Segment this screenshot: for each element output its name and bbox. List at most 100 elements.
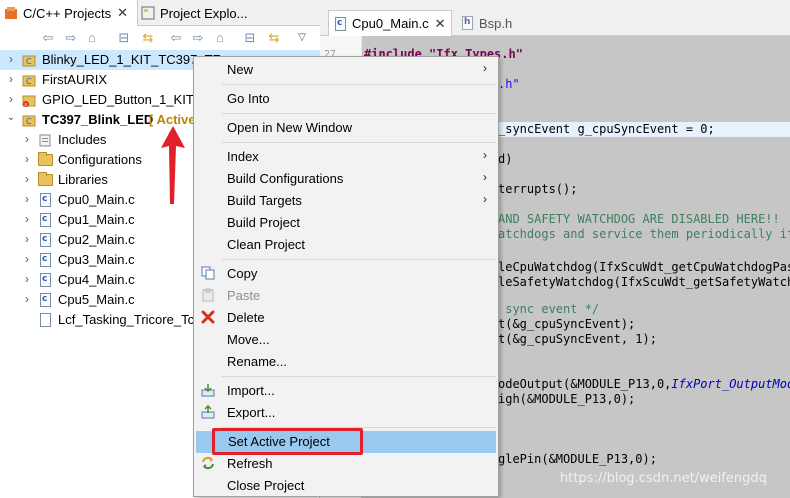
back-icon[interactable]: ⇦ [40, 30, 56, 46]
tree-item-label: TC397_Blink_LED [42, 112, 154, 127]
expand-arrow-icon[interactable]: › [22, 272, 32, 286]
expand-arrow-icon[interactable]: › [6, 72, 16, 86]
code-line: sync event */ [498, 302, 600, 316]
tree-item-label: Cpu5_Main.c [58, 292, 135, 307]
home-icon-2[interactable]: ⌂ [212, 30, 228, 46]
expand-arrow-icon[interactable]: › [22, 252, 32, 266]
tree-item-label: Configurations [58, 152, 142, 167]
tab-cpp-projects-label: C/C++ Projects [23, 5, 112, 21]
menu-item-new[interactable]: New › [195, 59, 497, 81]
folder-icon [38, 172, 53, 186]
c-file-icon: c [335, 16, 346, 31]
editor-tab-bar: c Cpu0_Main.c ✕ h Bsp.h [320, 0, 790, 36]
menu-item-label: Clean Project [227, 237, 306, 252]
code-line: d) [498, 152, 513, 166]
menu-item-label: New [227, 62, 254, 77]
tree-item-label: Cpu2_Main.c [58, 232, 135, 247]
menu-item-label: Go Into [227, 91, 270, 106]
menu-item-copy[interactable]: Copy [195, 263, 497, 285]
code-line: terrupts(); [498, 182, 578, 196]
project-icon: C [22, 75, 36, 87]
menu-item-delete[interactable]: Delete [195, 307, 497, 329]
menu-item-label: Export... [227, 405, 276, 420]
menu-item-move[interactable]: Move... [195, 329, 497, 351]
expand-arrow-icon[interactable]: › [22, 292, 32, 306]
menu-item-open-new-window[interactable]: Open in New Window [195, 117, 497, 139]
home-icon[interactable]: ⌂ [84, 30, 100, 46]
cpp-projects-icon [4, 6, 18, 20]
tab-cpu0-main[interactable]: c Cpu0_Main.c ✕ [328, 10, 452, 36]
svg-text:C: C [26, 77, 32, 86]
menu-item-label: Import... [227, 383, 275, 398]
menu-item-clean-project[interactable]: Clean Project [195, 234, 497, 256]
red-arrow-annotation [161, 126, 185, 204]
code-line: AND SAFETY WATCHDOG ARE DISABLED HERE!! [498, 212, 780, 226]
collapse-arrow-icon[interactable]: ⌄ [6, 112, 16, 123]
menu-item-build-project[interactable]: Build Project [195, 212, 497, 234]
code-line: leCpuWatchdog(IfxScuWdt_getCpuWatchdogPa… [498, 260, 790, 274]
menu-item-build-targets[interactable]: Build Targets › [195, 190, 497, 212]
menu-item-paste[interactable]: Paste [195, 285, 497, 307]
paste-icon [200, 288, 216, 304]
expand-arrow-icon[interactable]: › [22, 192, 32, 206]
tab-project-explorer[interactable]: Project Explo... [141, 0, 259, 26]
copy-icon [200, 266, 216, 282]
collapse-all-icon-2[interactable]: ⊟ [242, 30, 258, 46]
menu-item-label: Close Project [227, 478, 305, 493]
expand-arrow-icon[interactable]: › [6, 92, 16, 106]
menu-item-export[interactable]: Export... [195, 402, 497, 424]
submenu-arrow-icon: › [483, 61, 487, 75]
watermark-text: https://blog.csdn.net/weifengdq [560, 471, 767, 486]
menu-item-label: Paste [227, 288, 261, 303]
menu-item-rename[interactable]: Rename... [195, 351, 497, 373]
import-icon [200, 383, 216, 399]
forward-icon-2[interactable]: ⇨ [190, 30, 206, 46]
view-menu-icon[interactable]: ▽ [294, 30, 310, 46]
menu-item-import[interactable]: Import... [195, 380, 497, 402]
code-line-current: _syncEvent g_cpuSyncEvent = 0; [498, 122, 790, 137]
menu-separator [222, 142, 496, 143]
menu-item-label: Build Configurations [227, 171, 344, 186]
menu-item-label: Copy [227, 266, 258, 281]
menu-item-label: Index [227, 149, 259, 164]
expand-arrow-icon[interactable]: › [22, 132, 32, 146]
close-icon[interactable]: ✕ [117, 5, 128, 21]
export-icon [200, 404, 216, 421]
expand-arrow-icon[interactable]: › [22, 172, 32, 186]
expand-arrow-icon[interactable]: › [22, 152, 32, 166]
expand-arrow-icon[interactable]: › [22, 232, 32, 246]
menu-item-build-configurations[interactable]: Build Configurations › [195, 168, 497, 190]
submenu-arrow-icon: › [483, 192, 487, 206]
tab-cpp-projects[interactable]: C/C++ Projects ✕ [0, 0, 138, 26]
svg-text:x: x [24, 102, 27, 107]
menu-item-index[interactable]: Index › [195, 146, 497, 168]
back-icon-2[interactable]: ⇦ [168, 30, 184, 46]
menu-separator [222, 259, 496, 260]
expand-arrow-icon[interactable]: › [6, 52, 16, 66]
c-file-icon: c [40, 193, 51, 207]
code-line: glePin(&MODULE_P13,0); [498, 452, 657, 466]
collapse-all-icon[interactable]: ⊟ [116, 30, 132, 46]
menu-item-go-into[interactable]: Go Into [195, 88, 497, 110]
menu-item-label: Build Targets [227, 193, 302, 208]
link-editor-icon-2[interactable]: ⇆ [266, 30, 282, 46]
menu-item-refresh[interactable]: Refresh [195, 453, 497, 475]
link-editor-icon[interactable]: ⇆ [140, 30, 156, 46]
tab-project-explorer-label: Project Explo... [160, 5, 248, 21]
menu-item-close-project[interactable]: Close Project [195, 475, 497, 497]
project-error-icon: x [22, 95, 36, 107]
close-icon[interactable]: ✕ [435, 16, 446, 32]
expand-arrow-icon[interactable]: › [22, 212, 32, 226]
tree-item-label: Cpu0_Main.c [58, 192, 135, 207]
tab-cpu0-main-label: Cpu0_Main.c [352, 16, 429, 31]
delete-icon [200, 310, 216, 326]
forward-icon[interactable]: ⇨ [63, 30, 79, 46]
code-line: atchdogs and service them periodically i… [498, 227, 790, 241]
refresh-icon [200, 456, 216, 472]
svg-text:C: C [26, 57, 32, 66]
code-line: t(&g_cpuSyncEvent, 1); [498, 332, 657, 346]
menu-separator [222, 113, 496, 114]
tree-item-label: Includes [58, 132, 107, 147]
tab-bsp-h[interactable]: h Bsp.h [456, 10, 526, 36]
h-file-icon: h [462, 16, 473, 30]
